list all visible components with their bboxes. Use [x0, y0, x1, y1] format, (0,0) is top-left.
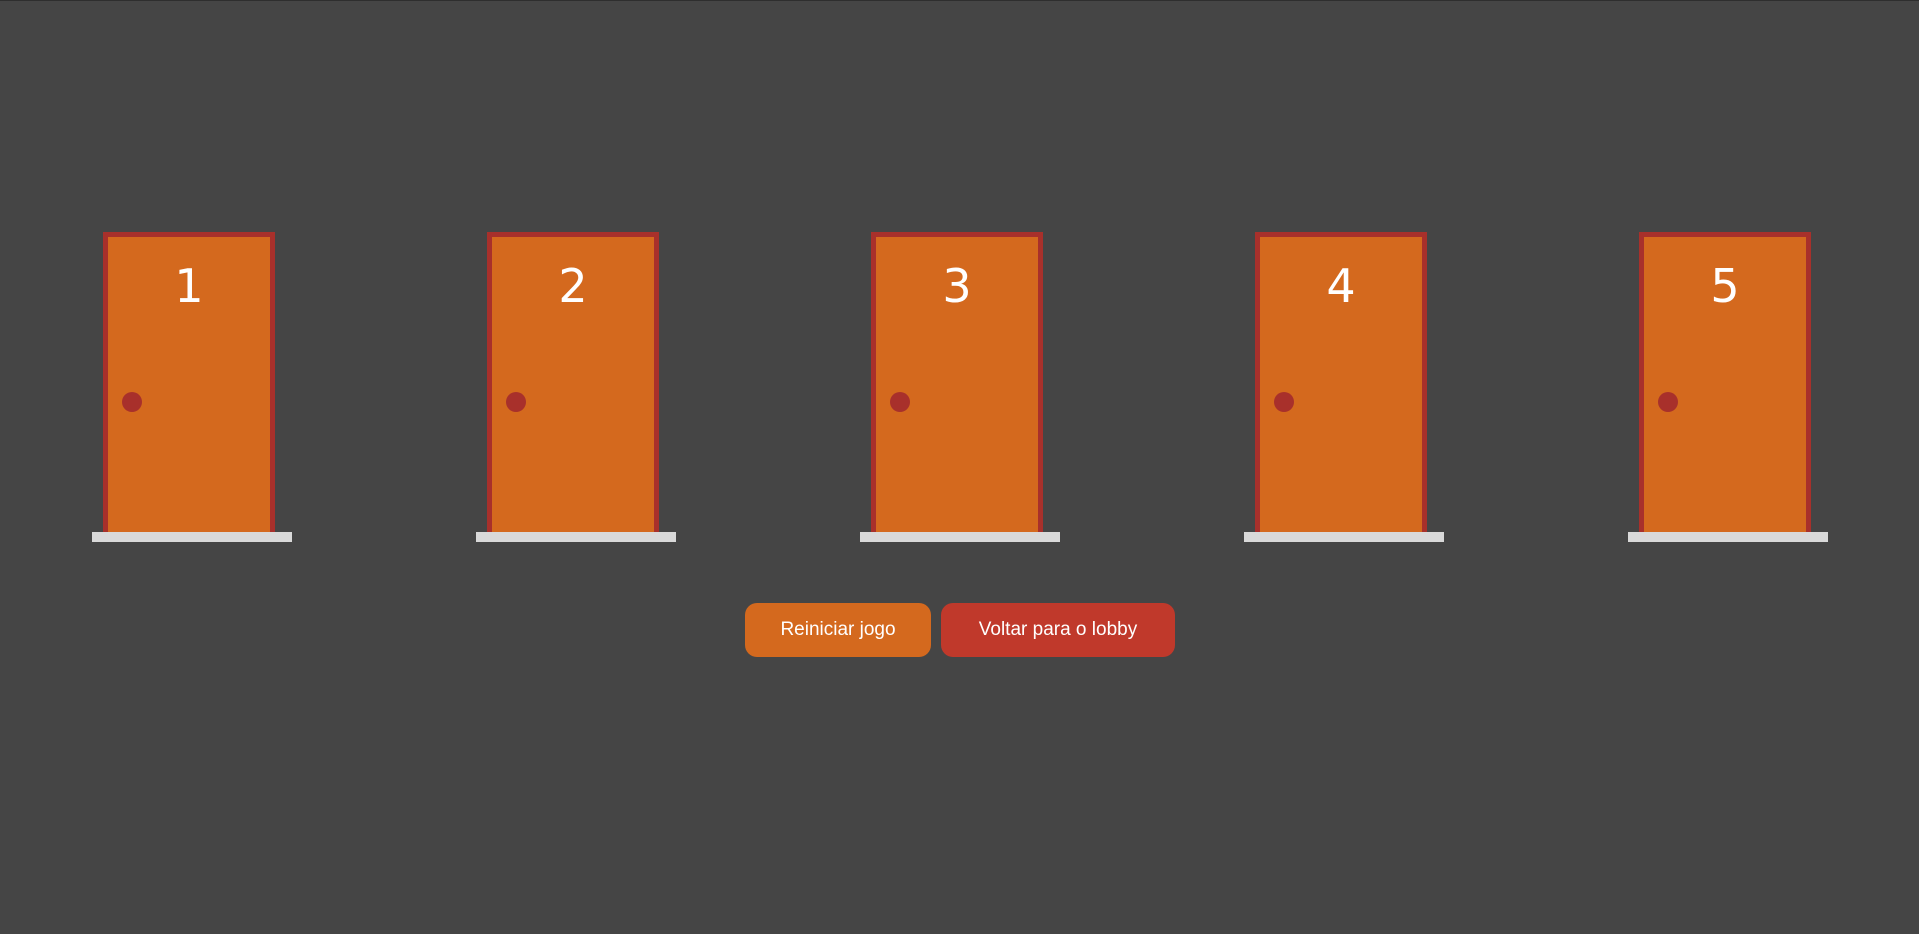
door-threshold — [476, 532, 676, 542]
door-knob-icon — [122, 392, 142, 412]
door-4[interactable]: 4 — [1255, 232, 1427, 532]
door-number: 5 — [1710, 259, 1740, 313]
door-2[interactable]: 2 — [487, 232, 659, 532]
door-threshold — [1628, 532, 1828, 542]
door-threshold — [860, 532, 1060, 542]
door-unit-3: 3 — [860, 232, 1060, 544]
door-1[interactable]: 1 — [103, 232, 275, 532]
door-threshold — [1244, 532, 1444, 542]
doors-row: 1 2 3 4 5 — [0, 0, 1919, 934]
door-threshold — [92, 532, 292, 542]
door-number: 4 — [1326, 259, 1356, 313]
door-knob-icon — [1274, 392, 1294, 412]
restart-game-button[interactable]: Reiniciar jogo — [745, 603, 931, 657]
game-actions: Reiniciar jogo Voltar para o lobby — [745, 603, 1175, 657]
door-knob-icon — [890, 392, 910, 412]
door-knob-icon — [506, 392, 526, 412]
door-3[interactable]: 3 — [871, 232, 1043, 532]
door-5[interactable]: 5 — [1639, 232, 1811, 532]
door-number: 1 — [174, 259, 204, 313]
door-knob-icon — [1658, 392, 1678, 412]
back-to-lobby-button[interactable]: Voltar para o lobby — [941, 603, 1175, 657]
door-number: 3 — [942, 259, 972, 313]
door-number: 2 — [558, 259, 588, 313]
door-unit-1: 1 — [92, 232, 292, 544]
door-unit-5: 5 — [1628, 232, 1828, 544]
door-unit-4: 4 — [1244, 232, 1444, 544]
door-unit-2: 2 — [476, 232, 676, 544]
